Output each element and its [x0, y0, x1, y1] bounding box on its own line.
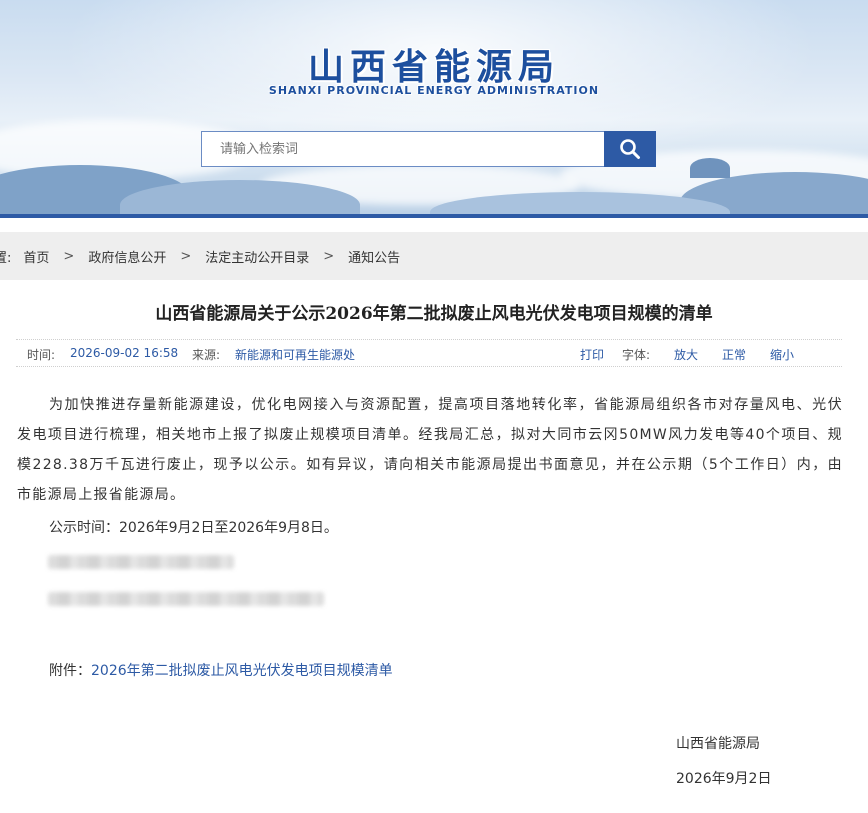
- font-large-button[interactable]: 放大: [674, 346, 698, 363]
- breadcrumb-separator: >: [180, 248, 192, 264]
- font-size-label: 字体:: [622, 348, 651, 362]
- meta-source-value: 新能源和可再生能源处: [235, 348, 356, 362]
- article-meta-bar: 时间: 2026-09-02 16:58 来源: 新能源和可再生能源处 打印 字…: [16, 339, 842, 367]
- print-button[interactable]: 打印: [580, 346, 604, 363]
- breadcrumb-separator: >: [323, 248, 335, 264]
- breadcrumb-separator: >: [63, 248, 75, 264]
- search-icon: [620, 139, 640, 159]
- breadcrumb-item-gov-info[interactable]: 政府信息公开: [88, 247, 166, 266]
- site-logo-subtitle: SHANXI PROVINCIAL ENERGY ADMINISTRATION: [268, 84, 600, 97]
- breadcrumb-item-home[interactable]: 首页: [23, 247, 49, 266]
- signature-date: 2026年9月2日: [676, 771, 772, 787]
- breadcrumb-item-notices[interactable]: 通知公告: [348, 247, 400, 266]
- search-box: [201, 131, 605, 167]
- attachment-label: 附件：: [49, 663, 91, 679]
- attachment-row: 附件：2026年第二批拟废止风电光伏发电项目规模清单: [17, 656, 868, 686]
- search-button[interactable]: [604, 131, 656, 167]
- announcement-period: 公示时间：2026年9月2日至2026年9月8日。: [49, 520, 338, 536]
- banner-mountain: [690, 158, 730, 178]
- signature-org: 山西省能源局: [676, 736, 760, 752]
- header-banner: 山西省能源局 SHANXI PROVINCIAL ENERGY ADMINIST…: [0, 0, 868, 218]
- breadcrumb-item-catalog[interactable]: 法定主动公开目录: [205, 247, 309, 266]
- font-normal-button[interactable]: 正常: [722, 346, 746, 363]
- attachment-link[interactable]: 2026年第二批拟废止风电光伏发电项目规模清单: [91, 663, 393, 679]
- site-logo-title: 山西省能源局: [307, 47, 560, 88]
- article-body-paragraph: 为加快推进存量新能源建设，优化电网接入与资源配置，提高项目落地转化率，省能源局组…: [17, 397, 843, 503]
- search-input[interactable]: [202, 132, 604, 166]
- meta-time-label: 时间:: [27, 348, 56, 362]
- meta-source-label: 来源:: [192, 348, 221, 362]
- meta-time-value: 2026-09-02 16:58: [70, 346, 179, 360]
- redacted-contact-line: [48, 555, 234, 569]
- breadcrumb-lead: 置:: [0, 250, 12, 266]
- font-small-button[interactable]: 缩小: [770, 346, 794, 363]
- banner-divider: [0, 214, 868, 218]
- breadcrumb: 置: 首页 > 政府信息公开 > 法定主动公开目录 > 通知公告: [0, 232, 868, 280]
- article-title: 山西省能源局关于公示2026年第二批拟废止风电光伏发电项目规模的清单: [155, 304, 713, 324]
- redacted-contact-line: [48, 592, 324, 606]
